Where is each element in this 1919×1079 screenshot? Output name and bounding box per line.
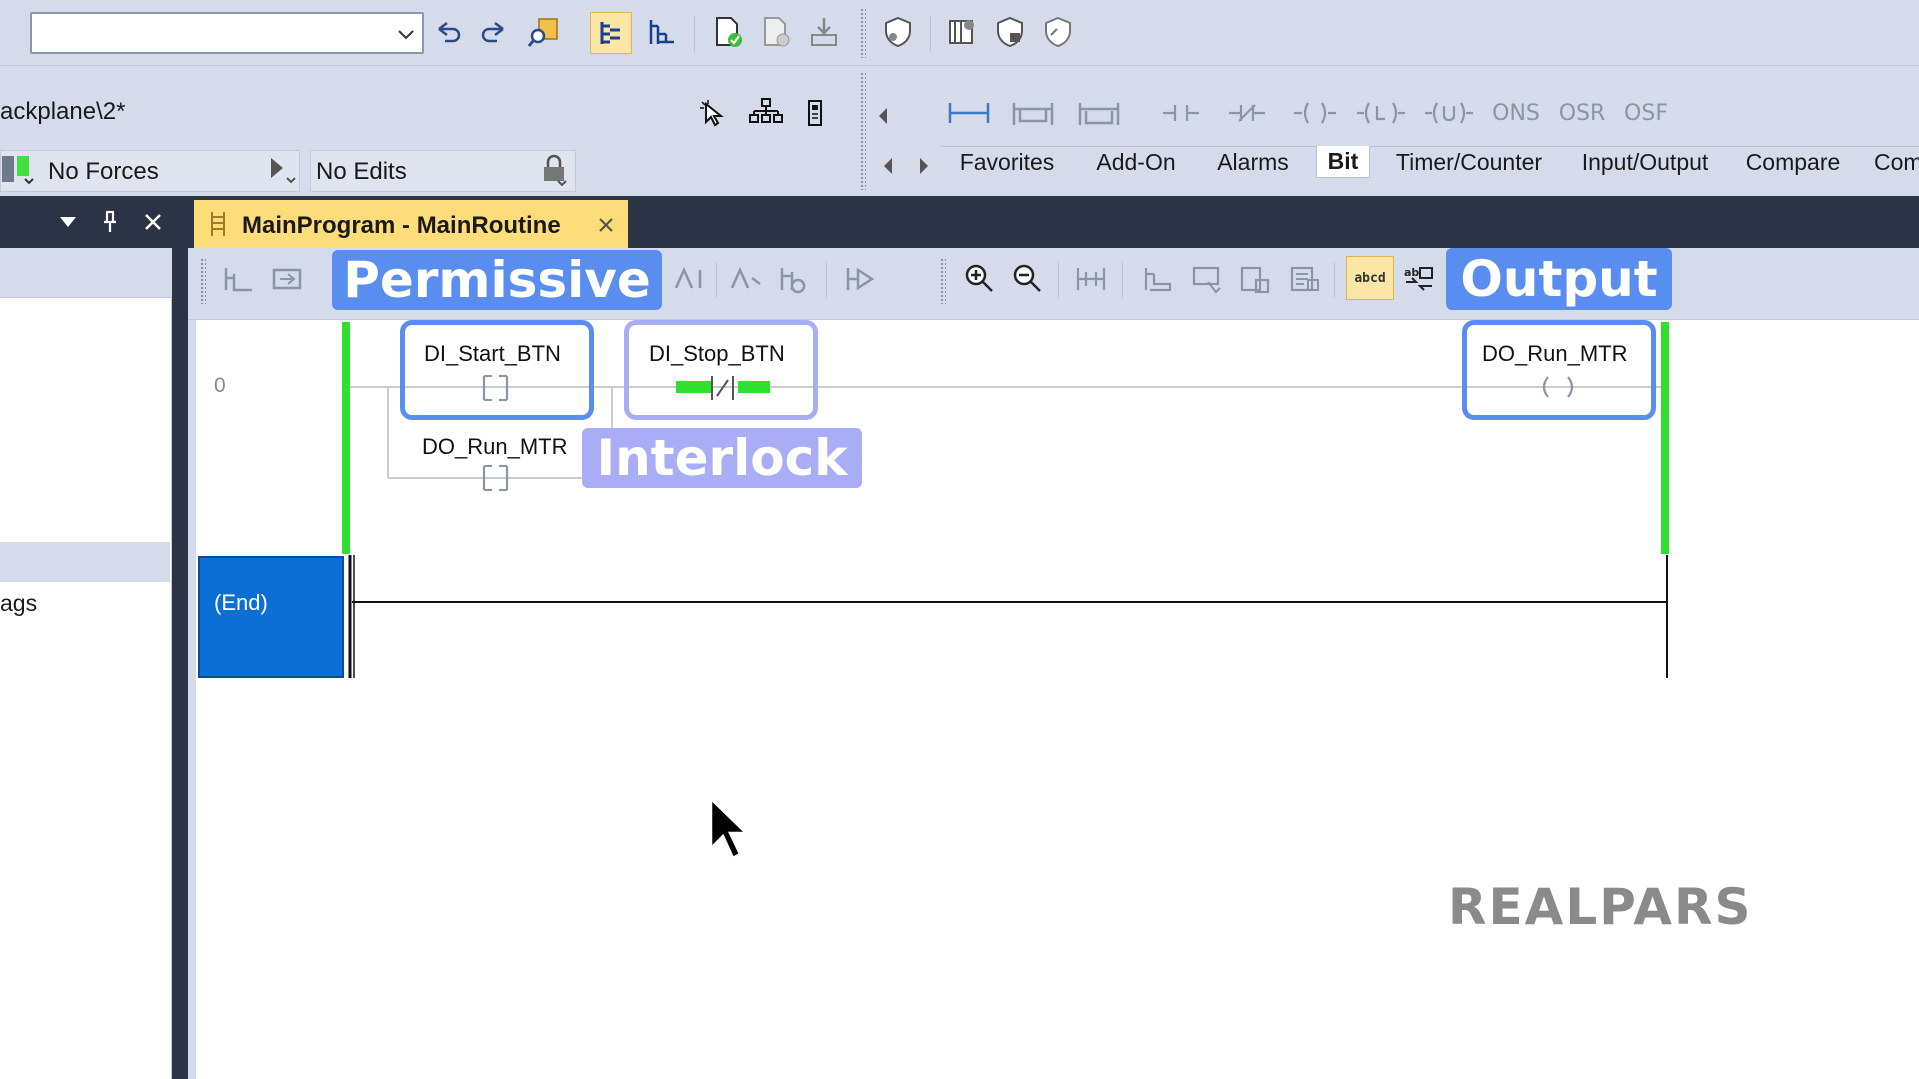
right-power-rail [1661, 322, 1669, 554]
rung-number: 0 [214, 374, 226, 397]
permissive-highlight-box [400, 320, 594, 420]
output-label: Output [1446, 248, 1672, 310]
mouse-pointer-icon [708, 796, 750, 866]
realpars-watermark-logo: REALPARS [1448, 878, 1753, 936]
interlock-highlight-box [624, 320, 818, 420]
interlock-label: Interlock [582, 428, 862, 488]
left-power-rail [342, 322, 350, 554]
end-rung-block[interactable] [198, 556, 344, 678]
end-rung-label: (End) [214, 590, 268, 615]
output-highlight-box [1462, 320, 1656, 420]
seal-contact-tag[interactable]: DO_Run_MTR [422, 434, 567, 460]
permissive-label: Permissive [332, 250, 662, 310]
